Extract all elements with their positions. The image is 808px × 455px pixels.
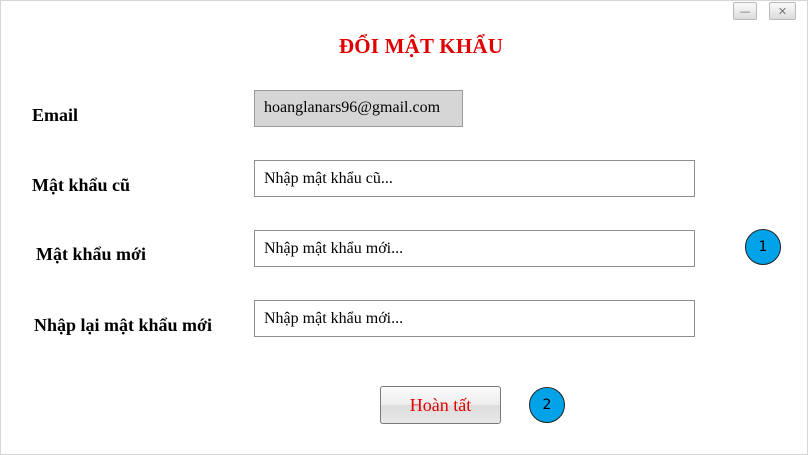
email-value: hoanglanars96@gmail.com xyxy=(254,90,463,127)
new-password-label: Mật khẩu mới xyxy=(36,244,146,264)
new-password-field[interactable] xyxy=(254,230,695,267)
email-label: Email xyxy=(32,105,79,125)
annotation-marker-1: 1 xyxy=(745,229,781,265)
confirm-password-field[interactable] xyxy=(254,300,695,337)
change-password-window: — ✕ ĐỔI MẬT KHẨU Email hoanglanars96@gma… xyxy=(0,0,808,455)
submit-button[interactable]: Hoàn tất xyxy=(380,386,501,424)
confirm-password-label: Nhập lại mật khẩu mới xyxy=(34,315,213,335)
page-title: ĐỔI MẬT KHẨU xyxy=(338,34,504,58)
old-password-field[interactable] xyxy=(254,160,695,197)
close-icon: ✕ xyxy=(777,5,788,18)
annotation-marker-2: 2 xyxy=(529,387,565,423)
old-password-label: Mật khẩu cũ xyxy=(32,175,131,195)
minimize-button[interactable]: — xyxy=(733,2,757,20)
minimize-icon: — xyxy=(739,5,751,18)
close-button[interactable]: ✕ xyxy=(769,2,796,20)
